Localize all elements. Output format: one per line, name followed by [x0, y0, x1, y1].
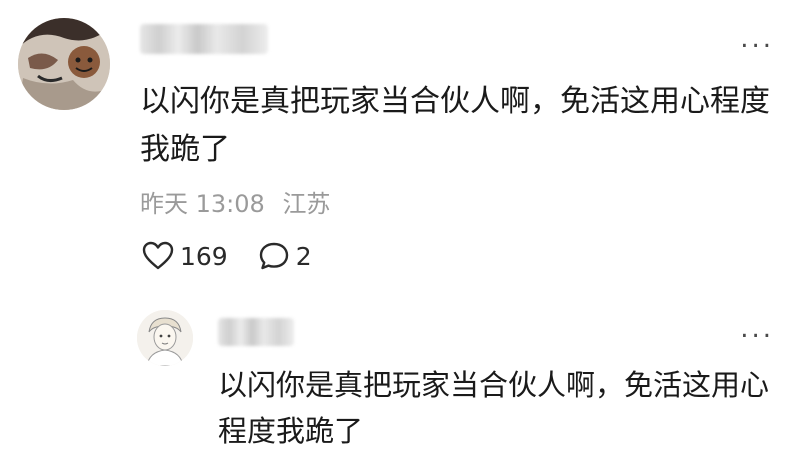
replier-name-blurred[interactable] — [218, 318, 294, 346]
reply-count: 2 — [295, 241, 312, 271]
commenter-name-blurred[interactable] — [140, 24, 268, 54]
more-options-icon[interactable]: ... — [740, 26, 774, 52]
reply-button[interactable]: 2 — [258, 241, 312, 271]
speech-bubble-icon — [259, 242, 288, 270]
comment-meta: 昨天 13:08 江苏 — [140, 184, 340, 219]
heart-outline-icon — [142, 241, 174, 270]
comment-location: 江苏 — [282, 190, 331, 218]
avatar-illustration — [137, 310, 193, 366]
comment-time: 昨天 13:08 — [140, 190, 265, 218]
reply-text: 以闪你是真把玩家当合伙人啊，免活这用心程度我跪了 — [218, 368, 770, 448]
avatar-illustration — [18, 18, 110, 110]
more-options-icon[interactable]: ... — [740, 316, 774, 342]
like-count: 169 — [180, 241, 228, 271]
commenter-avatar[interactable] — [18, 18, 110, 110]
comment-actions: 169 2 — [142, 236, 342, 276]
replier-avatar[interactable] — [137, 310, 193, 366]
comment-text: 以闪你是真把玩家当合伙人啊，免活这用心程度我跪了 — [140, 84, 770, 167]
like-button[interactable]: 169 — [142, 241, 228, 271]
